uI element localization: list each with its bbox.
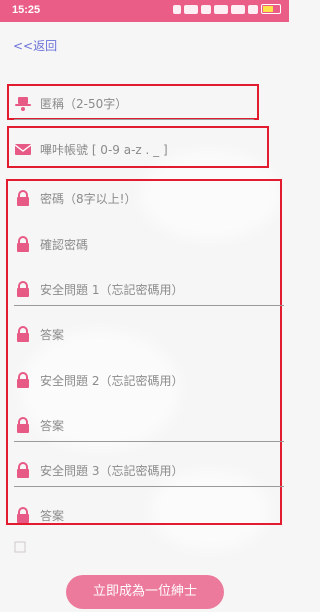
security-question-3-field[interactable]: 安全問題 3（忘記密碼用）: [14, 453, 284, 493]
lock-icon: [17, 190, 29, 206]
answer-2-placeholder: 答案: [40, 419, 65, 433]
security-question-2-placeholder: 安全問題 2（忘記密碼用）: [40, 374, 184, 388]
security-question-3-underline: [14, 486, 284, 487]
security-question-2-field[interactable]: 安全問題 2（忘記密碼用）: [14, 363, 284, 403]
security-question-1-placeholder: 安全問題 1（忘記密碼用）: [40, 283, 184, 297]
status-time: 15:25: [12, 4, 41, 16]
confirm-password-placeholder: 確認密碼: [40, 238, 89, 252]
envelope-icon: [14, 144, 32, 155]
answer-1-field[interactable]: 答案: [14, 317, 284, 357]
lock-icon: [17, 462, 29, 478]
account-field[interactable]: 嗶咔帳號 [ 0-9 a-z . _ ]: [14, 132, 284, 172]
answer-1-placeholder: 答案: [40, 328, 65, 342]
signal-4g-2-icon: [231, 4, 245, 14]
alarm-icon: [173, 4, 181, 14]
lock-icon: [17, 236, 29, 252]
nickname-placeholder: 匿稱（2-50字）: [40, 97, 128, 111]
security-question-1-underline: [14, 305, 284, 306]
nickname-underline: [14, 119, 254, 120]
lock-icon: [17, 417, 29, 433]
lock-icon: [17, 372, 29, 388]
gentleman-hat-icon: [15, 97, 31, 111]
signal-4g-icon: [214, 4, 228, 14]
confirm-password-field[interactable]: 確認密碼: [14, 227, 284, 267]
checkbox-icon: [14, 541, 26, 553]
security-question-1-field[interactable]: 安全問題 1（忘記密碼用）: [14, 272, 284, 312]
wifi-icon: [248, 4, 258, 14]
answer-2-field[interactable]: 答案: [14, 408, 284, 448]
network-speed-icon: [184, 4, 198, 14]
answer-2-underline: [14, 441, 284, 442]
nickname-field[interactable]: 匿稱（2-50字）: [14, 86, 284, 126]
lock-icon: [17, 326, 29, 342]
sim-icon: [201, 4, 211, 14]
agreement-row[interactable]: [14, 540, 284, 554]
password-placeholder: 密碼（8字以上!）: [40, 192, 137, 206]
back-link[interactable]: <<返回: [13, 37, 57, 54]
status-icons: [173, 4, 281, 14]
answer-3-field[interactable]: 答案: [14, 498, 284, 538]
password-field[interactable]: 密碼（8字以上!）: [14, 181, 284, 221]
account-placeholder: 嗶咔帳號 [ 0-9 a-z . _ ]: [40, 143, 168, 157]
battery-icon: [261, 4, 281, 14]
security-question-3-placeholder: 安全問題 3（忘記密碼用）: [40, 464, 184, 478]
lock-icon: [17, 507, 29, 523]
submit-button[interactable]: 立即成為一位紳士: [66, 575, 224, 609]
answer-3-placeholder: 答案: [40, 509, 65, 523]
status-bar: 15:25: [0, 0, 289, 22]
lock-icon: [17, 281, 29, 297]
